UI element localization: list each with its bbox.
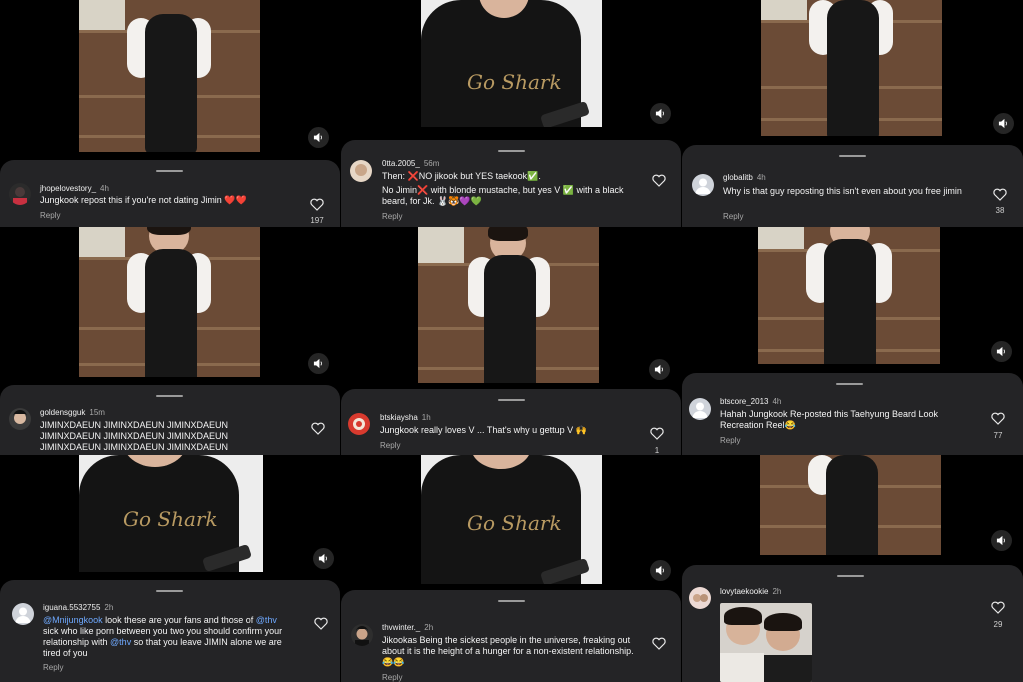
comment-username[interactable]: iguana.5532755 2h xyxy=(43,603,113,612)
comment-username[interactable]: lovytaekookie 2h xyxy=(720,587,781,596)
heart-icon[interactable] xyxy=(314,617,328,630)
comment-panel: thvwinter._ 2h Jikookas Being the sickest… xyxy=(341,590,681,682)
drag-handle[interactable] xyxy=(156,170,183,172)
speaker-icon[interactable] xyxy=(649,359,670,380)
mention-link[interactable]: @thv xyxy=(256,615,277,625)
person-icon[interactable] xyxy=(12,603,34,625)
speaker-icon[interactable] xyxy=(650,560,671,581)
like-count: 1 xyxy=(654,446,660,455)
drag-handle[interactable] xyxy=(156,395,183,397)
video-frame xyxy=(79,0,260,152)
speaker-icon[interactable] xyxy=(991,530,1012,551)
person-icon[interactable] xyxy=(692,174,714,196)
video-frame xyxy=(760,455,941,555)
comment-username[interactable]: goldensgguk 15m xyxy=(40,408,105,417)
comment-panel: lovytaekookie 2h 29 xyxy=(682,565,1023,682)
video-tile-7[interactable]: Go Shark xyxy=(0,455,340,580)
heart-icon[interactable] xyxy=(311,422,325,435)
video-tile-1[interactable] xyxy=(0,0,340,160)
comment-username[interactable]: jhopelovestory_ 4h xyxy=(40,184,109,193)
heart-icon[interactable] xyxy=(310,198,324,211)
video-tile-4[interactable] xyxy=(0,227,340,385)
video-tile-2[interactable]: Go Shark xyxy=(341,0,681,140)
video-frame xyxy=(79,227,260,377)
reply-button[interactable]: Reply xyxy=(380,441,400,450)
comment-panel: 0tta.2005_ 56m Then: ❌NO jikook but YES t… xyxy=(341,140,681,227)
heart-icon[interactable] xyxy=(650,427,664,440)
comment-panel: globalitb 4h Why is that guy reposting th… xyxy=(682,145,1023,227)
like-count: 77 xyxy=(993,431,1003,440)
heart-icon[interactable] xyxy=(991,412,1005,425)
comment-username[interactable]: globalitb 4h xyxy=(723,173,766,182)
video-tile-5[interactable] xyxy=(341,227,681,389)
comment-text: No Jimin❌ with blonde mustache, but yes … xyxy=(382,185,624,206)
speaker-icon[interactable] xyxy=(650,103,671,124)
comment-text: Then: ❌NO jikook but YES taekook✅. xyxy=(382,171,541,181)
drag-handle[interactable] xyxy=(498,150,525,152)
heart-icon[interactable] xyxy=(993,188,1007,201)
speaker-icon[interactable] xyxy=(313,548,334,569)
comment-text: Jikookas Being the sickest people in the… xyxy=(382,635,634,667)
reply-button[interactable]: Reply xyxy=(43,663,63,672)
speaker-icon[interactable] xyxy=(308,127,329,148)
like-count: 38 xyxy=(995,206,1005,215)
reply-button[interactable]: Reply xyxy=(382,212,402,221)
comment-panel: jhopelovestory_ 4h Jungkook repost this i… xyxy=(0,160,340,227)
comment-username[interactable]: btscore_2013 4h xyxy=(720,397,781,406)
comment-username[interactable]: btskiaysha 1h xyxy=(380,413,431,422)
video-frame: Go Shark xyxy=(421,0,602,127)
reply-button[interactable]: Reply xyxy=(723,212,743,221)
comment-username[interactable]: 0tta.2005_ 56m xyxy=(382,159,439,168)
comment-text: Jungkook repost this if you're not datin… xyxy=(40,195,247,205)
like-count: 197 xyxy=(310,216,324,225)
drag-handle[interactable] xyxy=(837,575,864,577)
avatar[interactable] xyxy=(351,624,373,646)
drag-handle[interactable] xyxy=(498,399,525,401)
reply-button[interactable]: Reply xyxy=(40,211,60,220)
video-frame xyxy=(758,227,940,364)
avatar[interactable] xyxy=(9,183,31,205)
video-tile-6[interactable] xyxy=(682,227,1023,373)
speaker-icon[interactable] xyxy=(991,341,1012,362)
reply-button[interactable]: Reply xyxy=(382,673,402,682)
video-frame: Go Shark xyxy=(79,455,263,572)
comment-text: Why is that guy reposting this isn't eve… xyxy=(723,186,962,196)
video-tile-3[interactable] xyxy=(682,0,1023,145)
comment-text: Hahah Jungkook Re-posted this Taehyung B… xyxy=(720,409,938,430)
video-tile-9[interactable] xyxy=(682,455,1023,565)
drag-handle[interactable] xyxy=(836,383,863,385)
avatar[interactable] xyxy=(348,413,370,435)
avatar[interactable] xyxy=(350,160,372,182)
reply-button[interactable]: Reply xyxy=(720,436,740,445)
heart-icon[interactable] xyxy=(652,637,666,650)
video-frame xyxy=(761,0,942,136)
mention-link[interactable]: @Mnijungkook xyxy=(43,615,103,625)
comment-username[interactable]: thvwinter._ 2h xyxy=(382,623,433,632)
drag-handle[interactable] xyxy=(156,590,183,592)
video-frame: Go Shark xyxy=(421,455,602,584)
comment-photo[interactable] xyxy=(720,603,812,682)
video-tile-8[interactable]: Go Shark xyxy=(341,455,681,590)
comment-panel: iguana.5532755 2h @Mnijungkook look these… xyxy=(0,580,340,682)
comment-text: JIMINXDAEUN JIMINXDAEUN JIMINXDAEUN JIMI… xyxy=(40,420,229,452)
person-icon[interactable] xyxy=(689,398,711,420)
heart-icon[interactable] xyxy=(991,601,1005,614)
mention-link[interactable]: @thv xyxy=(110,637,131,647)
avatar[interactable] xyxy=(9,408,31,430)
comment-text: Jungkook really loves V ... That's why u… xyxy=(380,425,587,435)
video-frame xyxy=(418,227,599,383)
like-count: 29 xyxy=(993,620,1003,629)
comment-text: @Mnijungkook look these are your fans an… xyxy=(43,615,283,658)
drag-handle[interactable] xyxy=(839,155,866,157)
comment-panel: btskiaysha 1h Jungkook really loves V ...… xyxy=(341,389,681,455)
speaker-icon[interactable] xyxy=(993,113,1014,134)
avatar[interactable] xyxy=(689,587,711,609)
comment-panel: goldensgguk 15m JIMINXDAEUN JIMINXDAEUN J… xyxy=(0,385,340,455)
speaker-icon[interactable] xyxy=(308,353,329,374)
drag-handle[interactable] xyxy=(498,600,525,602)
comment-panel: btscore_2013 4h Hahah Jungkook Re-posted … xyxy=(682,373,1023,455)
heart-icon[interactable] xyxy=(652,174,666,187)
